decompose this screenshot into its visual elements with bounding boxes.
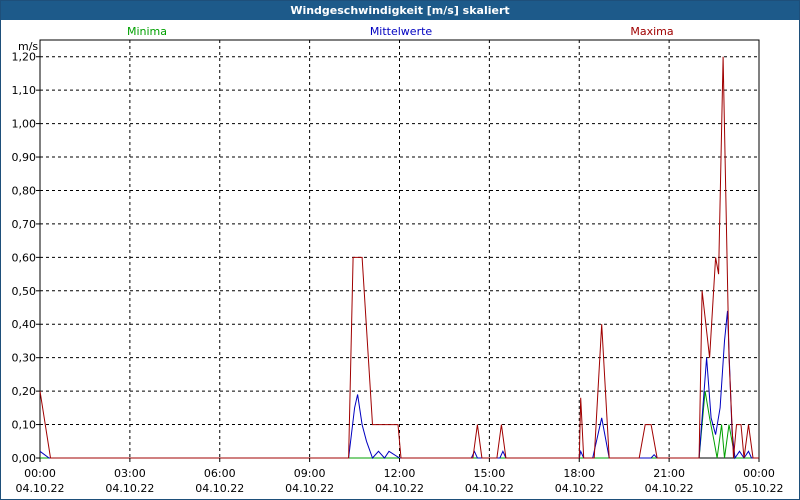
y-tick-label: 0,20 — [12, 385, 37, 398]
x-tick-time: 00:00 — [743, 467, 775, 480]
x-tick-time: 09:00 — [294, 467, 326, 480]
legend: Minima Mittelwerte Maxima — [127, 25, 674, 38]
grid — [40, 40, 759, 458]
x-tick-date: 04.10.22 — [375, 482, 424, 495]
x-tick-time: 03:00 — [114, 467, 146, 480]
y-axis: 0,00 0,10 0,20 0,30 0,40 0,50 0,60 0,70 0,80 0,90… — [12, 51, 40, 465]
x-tick-time: 06:00 — [204, 467, 236, 480]
y-tick-label: 1,00 — [12, 118, 37, 131]
x-tick-time: 12:00 — [384, 467, 416, 480]
x-tick-date: 05.10.22 — [735, 482, 784, 495]
window-title: Windgeschwindigkeit [m/s] skaliert — [1, 1, 799, 20]
x-tick-date: 04.10.22 — [105, 482, 154, 495]
y-tick-label: 0,50 — [12, 285, 37, 298]
y-tick-label: 0,70 — [12, 218, 37, 231]
x-tick-time: 00:00 — [24, 467, 56, 480]
y-tick-label: 0,10 — [12, 419, 37, 432]
x-tick-time: 21:00 — [653, 467, 685, 480]
y-tick-label: 0,60 — [12, 251, 37, 264]
x-tick-date: 04.10.22 — [195, 482, 244, 495]
chart-svg: 0,00 0,10 0,20 0,30 0,40 0,50 0,60 0,70 0,80 0,90… — [12, 25, 784, 495]
legend-item-mittelwerte: Mittelwerte — [370, 25, 433, 38]
x-tick-date: 04.10.22 — [16, 482, 65, 495]
legend-item-minima: Minima — [127, 25, 167, 38]
y-tick-label: 0,40 — [12, 318, 37, 331]
y-tick-label: 1,10 — [12, 84, 37, 97]
x-tick-date: 04.10.22 — [555, 482, 604, 495]
y-axis-label: m/s — [18, 40, 38, 53]
x-axis: 00:00 04.10.22 03:00 04.10.22 06:00 04.10.22 0… — [16, 458, 784, 495]
x-tick-time: 18:00 — [563, 467, 595, 480]
x-tick-date: 04.10.22 — [465, 482, 514, 495]
y-tick-label: 0,80 — [12, 184, 37, 197]
y-tick-label: 0,30 — [12, 352, 37, 365]
x-tick-time: 15:00 — [474, 467, 506, 480]
y-tick-label: 0,00 — [12, 452, 37, 465]
y-tick-label: 0,90 — [12, 151, 37, 164]
x-tick-date: 04.10.22 — [285, 482, 334, 495]
x-tick-date: 04.10.22 — [645, 482, 694, 495]
legend-item-maxima: Maxima — [630, 25, 673, 38]
